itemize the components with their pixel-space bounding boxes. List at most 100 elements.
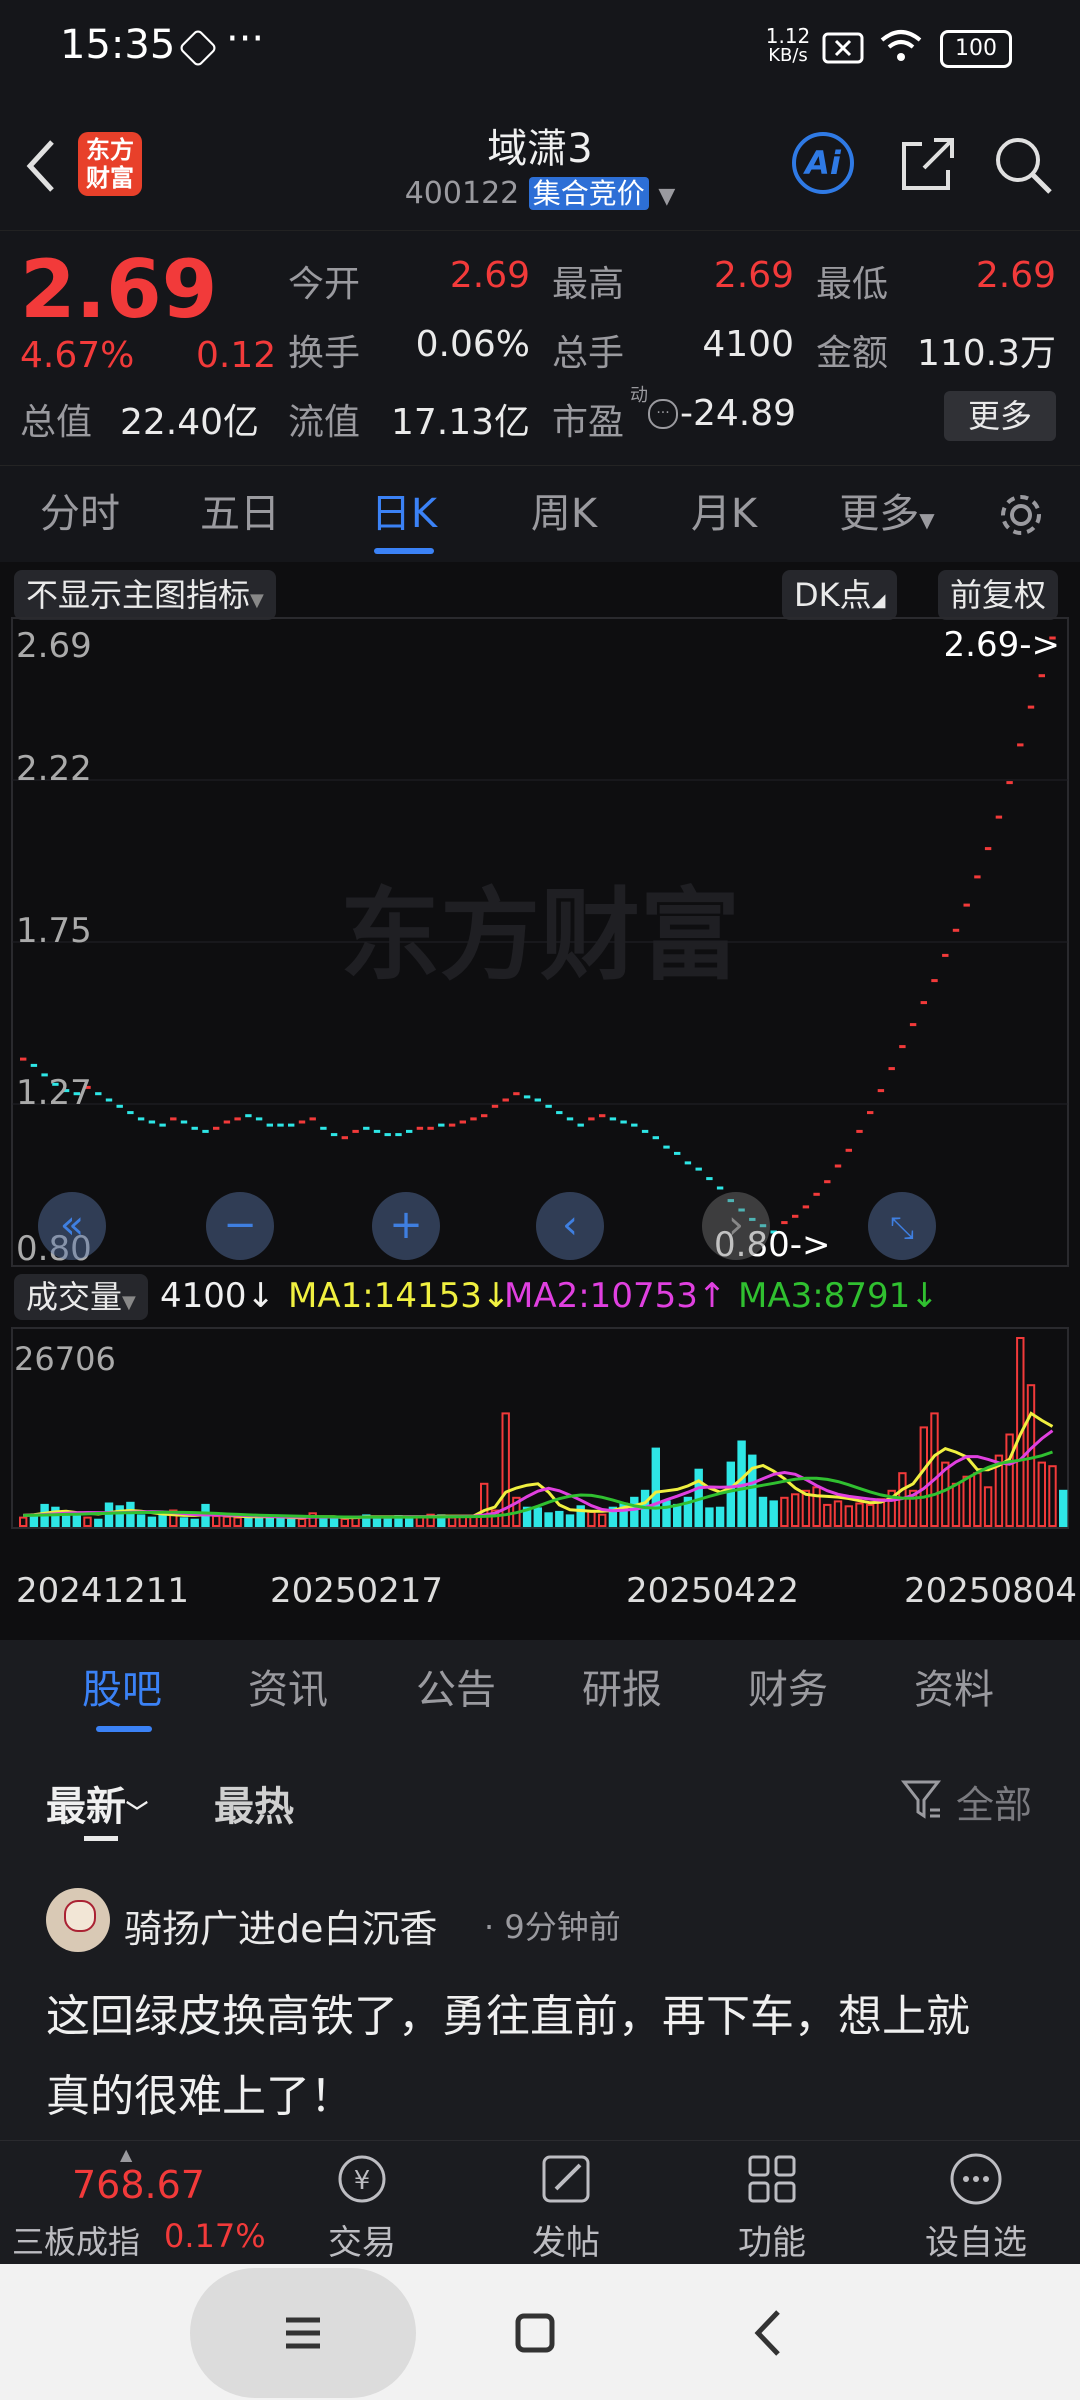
candle bbox=[1038, 674, 1045, 678]
back-nav-icon[interactable] bbox=[752, 2308, 784, 2358]
menu-button[interactable] bbox=[190, 2268, 416, 2398]
back-icon[interactable] bbox=[22, 136, 58, 196]
tab-more[interactable]: 更多▼ bbox=[832, 466, 942, 562]
eastmoney-logo[interactable]: 东方 财富 bbox=[78, 132, 142, 196]
candle bbox=[170, 1117, 177, 1121]
candle bbox=[266, 1123, 273, 1127]
volume-bar bbox=[673, 1503, 682, 1528]
more-button[interactable]: 更多 bbox=[944, 391, 1056, 441]
indicator-label: 不显示主图指标 bbox=[26, 576, 251, 614]
filter-icon[interactable] bbox=[900, 1776, 944, 1822]
high-value: 2.69 bbox=[713, 255, 794, 296]
volume-bar bbox=[29, 1514, 39, 1528]
candle bbox=[255, 1117, 263, 1121]
ma1-value: MA1:14153↓ bbox=[288, 1276, 511, 1316]
home-icon[interactable] bbox=[514, 2312, 556, 2354]
candle bbox=[781, 1221, 788, 1225]
open-value: 2.69 bbox=[449, 255, 530, 296]
candle bbox=[330, 1133, 338, 1137]
chevron-down-icon[interactable]: ▼ bbox=[658, 184, 675, 209]
x-date: 20250422 bbox=[626, 1571, 799, 1611]
tab-guba[interactable]: 股吧 bbox=[82, 1640, 162, 1740]
amount-value: 110.3万 bbox=[916, 333, 1056, 374]
scroll-right-button[interactable]: › bbox=[702, 1192, 770, 1260]
candle bbox=[148, 1120, 156, 1124]
logo-bottom-text: 财富 bbox=[86, 164, 134, 192]
double-chevron-left-icon: « bbox=[59, 1202, 85, 1248]
candle bbox=[448, 1123, 456, 1127]
tab-research[interactable]: 研报 bbox=[582, 1640, 662, 1740]
tab-five-day[interactable]: 五日 bbox=[180, 466, 300, 562]
sort-latest-label: 最新 bbox=[46, 1784, 126, 1830]
candle bbox=[684, 1161, 692, 1165]
index-ticker[interactable]: ▲ 768.67 三板成指 0.17% bbox=[0, 2141, 266, 2265]
volume-bar bbox=[705, 1507, 714, 1528]
candle bbox=[856, 1129, 863, 1133]
filter-all[interactable]: 全部 bbox=[956, 1774, 1032, 1829]
volume-bar bbox=[973, 1472, 982, 1528]
volume-bar bbox=[780, 1496, 789, 1527]
settings-gear-icon[interactable] bbox=[996, 490, 1046, 540]
candle bbox=[674, 1151, 681, 1155]
turnover-value: 0.06% bbox=[415, 324, 530, 365]
sort-indicator bbox=[84, 1836, 118, 1841]
tab-announcements[interactable]: 公告 bbox=[416, 1640, 496, 1740]
volume-indicator-select[interactable]: 成交量▼ bbox=[14, 1274, 148, 1320]
amount-label: 金额 bbox=[816, 333, 889, 374]
volume-bar bbox=[555, 1510, 564, 1528]
session-badge: 集合竞价 bbox=[528, 177, 649, 210]
sort-hot[interactable]: 最热 bbox=[214, 1774, 294, 1832]
candle bbox=[706, 1177, 713, 1181]
candle bbox=[920, 1001, 927, 1005]
ai-button[interactable]: Ai bbox=[792, 132, 854, 194]
candle bbox=[491, 1104, 499, 1108]
tab-weekly-k[interactable]: 周K bbox=[504, 466, 624, 562]
zoom-in-button[interactable]: + bbox=[372, 1192, 440, 1260]
tab-timeshare[interactable]: 分时 bbox=[20, 466, 140, 562]
change-pct: 4.67% bbox=[20, 335, 135, 376]
tab-monthly-k[interactable]: 月K bbox=[664, 466, 784, 562]
tab-profile[interactable]: 资料 bbox=[914, 1640, 994, 1740]
chevron-down-icon: ▼ bbox=[250, 590, 264, 611]
minus-icon: − bbox=[223, 1202, 257, 1248]
share-icon[interactable] bbox=[898, 134, 958, 194]
candle bbox=[984, 847, 992, 851]
volume-label: 总手 bbox=[552, 333, 625, 374]
net-speed: 1.12 KB/s bbox=[760, 26, 816, 66]
volume-bar bbox=[19, 1516, 28, 1527]
volume-bar bbox=[94, 1518, 103, 1528]
avatar[interactable] bbox=[46, 1888, 110, 1952]
volume-bar bbox=[136, 1514, 146, 1528]
post-text-line1[interactable]: 这回绿皮换高铁了，勇往直前，再下车，想上就 bbox=[46, 1980, 970, 2044]
candle bbox=[620, 1120, 627, 1124]
zoom-out-button[interactable]: − bbox=[206, 1192, 274, 1260]
scroll-to-start-button[interactable]: « bbox=[38, 1192, 106, 1260]
kline-chart[interactable]: 东方财富 2.69 2.22 1.75 1.27 0.80 2.69-> 0.8… bbox=[0, 610, 1080, 1640]
volume-bar bbox=[115, 1505, 124, 1527]
pe-value: -24.89 bbox=[680, 393, 797, 434]
tab-finance[interactable]: 财务 bbox=[748, 1640, 828, 1740]
dk-label: DK点 bbox=[794, 576, 872, 614]
fullscreen-button[interactable]: ⤡ bbox=[868, 1192, 936, 1260]
candle bbox=[320, 1126, 327, 1130]
candle bbox=[577, 1123, 584, 1127]
search-icon[interactable] bbox=[992, 134, 1054, 196]
post-text-line2[interactable]: 真的很难上了！ bbox=[46, 2060, 354, 2124]
volume-bar bbox=[480, 1482, 489, 1527]
post-author[interactable]: 骑扬广进de白沉香 bbox=[124, 1898, 438, 1953]
volume-bar bbox=[587, 1510, 596, 1528]
volume-bar bbox=[715, 1506, 725, 1528]
ma3-value: MA3:8791↓ bbox=[738, 1276, 939, 1316]
stock-code-line: 400122 集合竞价 ▼ bbox=[340, 172, 740, 212]
candle bbox=[137, 1117, 145, 1121]
pe-info-icon[interactable]: ··· bbox=[648, 399, 678, 429]
candle bbox=[202, 1129, 209, 1133]
volume-bar bbox=[212, 1515, 221, 1527]
chevron-left-icon: ‹ bbox=[562, 1202, 578, 1248]
candle bbox=[384, 1133, 391, 1137]
tab-news[interactable]: 资讯 bbox=[248, 1640, 328, 1740]
sort-latest[interactable]: 最新﹀ bbox=[46, 1774, 148, 1832]
plus-icon: + bbox=[389, 1202, 423, 1248]
chevron-right-icon: › bbox=[728, 1202, 744, 1248]
scroll-left-button[interactable]: ‹ bbox=[536, 1192, 604, 1260]
